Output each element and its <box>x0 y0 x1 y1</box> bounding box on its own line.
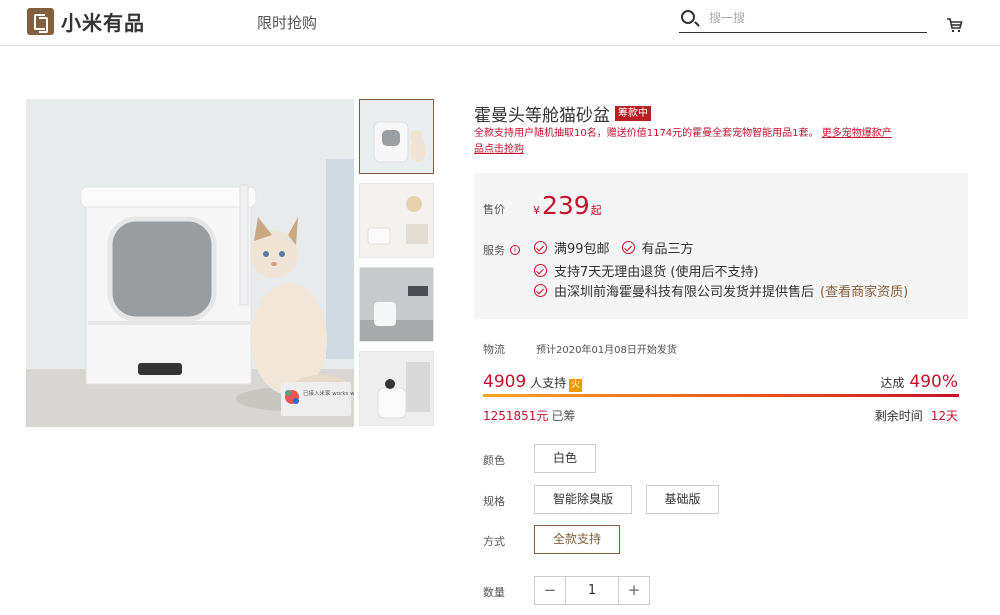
nav-flash-sale[interactable]: 限时抢购 <box>257 12 317 33</box>
color-option-white[interactable]: 白色 <box>534 444 596 473</box>
product-main-image[interactable]: 已接入米家 works with mijia <box>26 99 354 427</box>
raised-amount: 1251851元 已筹 <box>483 407 575 424</box>
site-header: 小米有品 限时抢购 <box>0 0 1000 46</box>
quantity-stepper: − 1 + <box>534 576 650 605</box>
currency-symbol: ¥ <box>533 204 540 217</box>
check-icon <box>534 264 547 277</box>
logo-icon <box>27 8 54 35</box>
spec-label: 规格 <box>483 495 505 508</box>
service-third-party: 有品三方 <box>621 238 694 257</box>
quantity-label: 数量 <box>483 586 505 599</box>
reached-value: 490% <box>909 372 958 392</box>
service-item-text: 满99包邮 <box>554 242 610 257</box>
mode-label: 方式 <box>483 535 505 548</box>
check-icon <box>534 241 547 254</box>
price-value: ¥ 239 起 <box>533 191 602 220</box>
quantity-increase-button[interactable]: + <box>619 577 649 604</box>
service-row-1: 满99包邮 有品三方 <box>534 238 706 257</box>
price-amount: 239 <box>542 191 590 220</box>
service-free-shipping: 满99包邮 <box>534 238 610 257</box>
price-suffix: 起 <box>590 204 602 217</box>
thumbnail-list <box>359 99 435 435</box>
info-icon[interactable]: i <box>510 245 520 255</box>
product-title-row: 霍曼头等舱猫砂盆 筹款中 <box>474 101 651 126</box>
check-icon <box>534 284 547 297</box>
funding-progress-bar <box>483 394 959 397</box>
service-label: 服务 i <box>483 242 520 258</box>
mijia-label: 已接入米家 works with mijia <box>303 389 354 397</box>
mode-option-full-support[interactable]: 全款支持 <box>534 525 620 554</box>
backers-label: 人支持 <box>530 376 567 390</box>
spec-option-basic[interactable]: 基础版 <box>646 485 719 514</box>
hot-tag: 火 <box>569 379 583 392</box>
merchant-qualification-link[interactable]: (查看商家资质) <box>820 281 908 300</box>
search-input[interactable] <box>709 8 909 28</box>
spec-option-smart[interactable]: 智能除臭版 <box>534 485 632 514</box>
price-label: 售价 <box>483 203 505 216</box>
price-service-panel: 售价 ¥ 239 起 服务 i 满99包邮 有品三方 支持7天无理由退货 (使用… <box>474 173 968 319</box>
service-seller: 由深圳前海霍曼科技有限公司发货并提供售后 <box>554 285 815 300</box>
color-label: 颜色 <box>483 454 505 467</box>
service-label-text: 服务 <box>483 244 505 257</box>
check-icon <box>621 241 635 254</box>
promo-description: 全款支持用户随机抽取10名，赠送价值1174元的霍曼全套宠物智能用品1套。 <box>474 128 819 139</box>
backers-number: 4909 <box>483 372 527 392</box>
reached-label: 达成 <box>880 376 905 390</box>
product-title: 霍曼头等舱猫砂盆 <box>474 106 610 126</box>
thumbnail-1[interactable] <box>359 99 434 174</box>
quantity-input[interactable]: 1 <box>565 577 619 604</box>
thumbnail-2[interactable] <box>359 183 434 258</box>
status-badge: 筹款中 <box>615 106 651 121</box>
thumbnail-4[interactable] <box>359 351 434 426</box>
reached-percent: 达成 490% <box>880 372 958 392</box>
logo-text: 小米有品 <box>61 11 145 35</box>
service-item-text: 有品三方 <box>641 242 694 257</box>
search-bar <box>679 6 927 33</box>
raised-value: 1251851元 <box>483 409 549 423</box>
raised-label: 已筹 <box>551 409 576 423</box>
backers-count: 4909 人支持 火 <box>483 372 583 392</box>
litter-box-cat-illustration: 已接入米家 works with mijia <box>26 99 354 427</box>
site-logo[interactable]: 小米有品 <box>27 7 145 36</box>
quantity-decrease-button[interactable]: − <box>535 577 565 604</box>
shipping-date: 预计2020年01月08日开始发货 <box>536 345 677 356</box>
remaining-label: 剩余时间 <box>874 409 923 423</box>
cart-icon[interactable] <box>946 17 963 33</box>
service-row-2: 支持7天无理由退货 (使用后不支持) <box>534 261 759 280</box>
remaining-time: 剩余时间 12天 <box>875 407 958 424</box>
remaining-value: 12天 <box>930 409 958 423</box>
shipping-label: 物流 <box>483 343 505 356</box>
promo-text: 全款支持用户随机抽取10名，赠送价值1174元的霍曼全套宠物智能用品1套。 更多… <box>474 126 894 158</box>
service-row-3: 由深圳前海霍曼科技有限公司发货并提供售后 (查看商家资质) <box>534 281 908 300</box>
search-icon[interactable] <box>681 10 695 24</box>
thumbnail-3[interactable] <box>359 267 434 342</box>
service-return-policy: 支持7天无理由退货 (使用后不支持) <box>554 265 759 280</box>
